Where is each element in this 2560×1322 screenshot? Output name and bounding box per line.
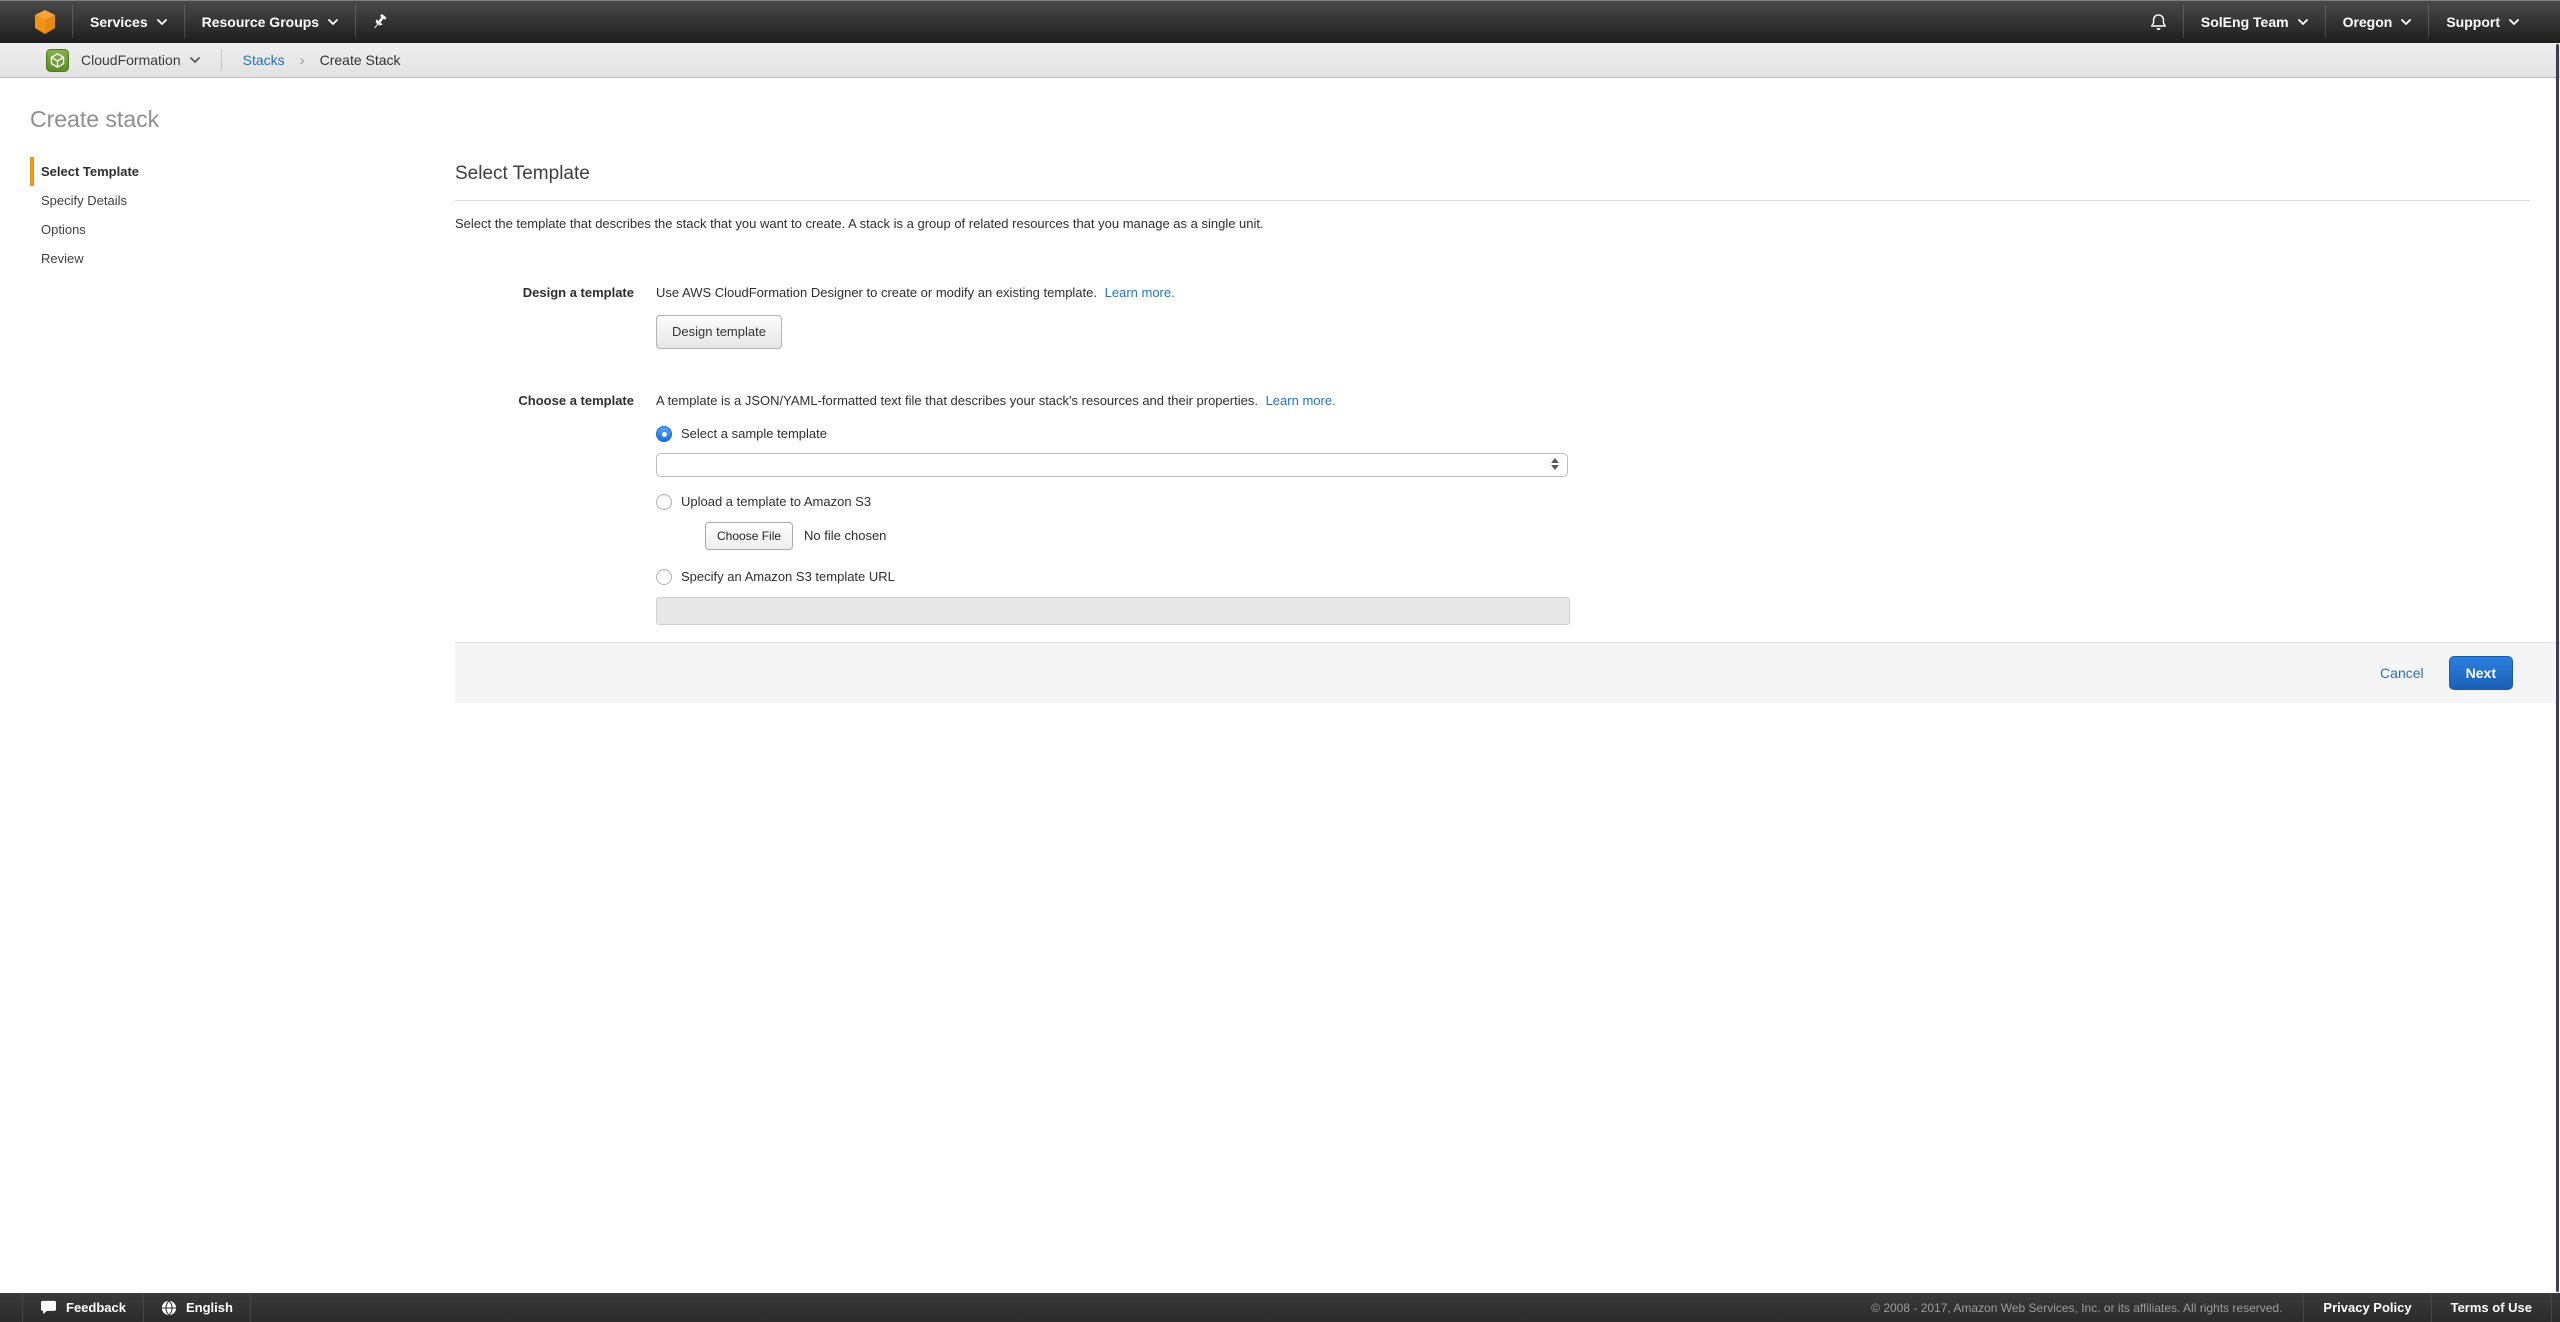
wizard-steps: Select Template Specify Details Options … [30,157,390,273]
option-upload-template: Upload a template to Amazon S3 [656,492,2530,512]
breadcrumb-service-menu[interactable]: CloudFormation [81,52,200,68]
section-heading: Select Template [455,163,2530,185]
footer-end-pad [2552,1293,2560,1322]
design-template-content: Use AWS CloudFormation Designer to creat… [656,283,2530,349]
breadcrumb-service-label: CloudFormation [81,52,181,68]
choose-template-row: Choose a template A template is a JSON/Y… [455,391,2530,625]
breadcrumb-current: Create Stack [320,52,401,68]
breadcrumb-divider [221,49,222,71]
globe-icon [161,1300,177,1316]
top-nav: Services Resource Groups [0,0,2560,43]
nav-services-label: Services [90,14,148,30]
s3-url-input[interactable] [656,597,1570,625]
design-template-label: Design a template [455,283,634,303]
design-learn-more-link[interactable]: Learn more. [1105,285,1175,300]
option-sample-template: Select a sample template [656,424,2530,444]
copyright-text: © 2008 - 2017, Amazon Web Services, Inc.… [1871,1293,2303,1322]
chevron-down-icon [2298,19,2308,25]
nav-account-label: SolEng Team [2201,14,2289,30]
page-title: Create stack [30,106,159,133]
chevron-down-icon [328,19,338,25]
top-nav-left: Services Resource Groups [0,0,404,43]
upload-template-radio-label[interactable]: Upload a template to Amazon S3 [681,492,871,512]
next-button[interactable]: Next [2449,656,2513,690]
chevron-down-icon [2509,19,2519,25]
choose-learn-more-link[interactable]: Learn more. [1266,393,1336,408]
page-footer: Feedback English © 2008 - 2017, Amazon W… [0,1293,2560,1322]
nav-support-menu[interactable]: Support [2429,0,2536,43]
pushpin-icon [371,12,389,32]
feedback-button[interactable]: Feedback [23,1293,143,1322]
aws-logo[interactable] [18,0,72,43]
nav-account-menu[interactable]: SolEng Team [2184,0,2325,43]
cloudformation-icon [46,49,69,72]
choose-template-content: A template is a JSON/YAML-formatted text… [656,391,2530,625]
choose-template-label: Choose a template [455,391,634,411]
bell-icon [2149,12,2168,32]
design-template-row: Design a template Use AWS CloudFormation… [455,283,2530,349]
footer-divider [250,1293,251,1322]
pin-shortcut-button[interactable] [356,0,404,43]
option-s3-url: Specify an Amazon S3 template URL [656,567,2530,587]
aws-cube-icon [33,9,57,35]
nav-services-menu[interactable]: Services [73,0,184,43]
file-chosen-status: No file chosen [804,526,886,546]
sample-template-select[interactable] [656,453,1568,477]
speech-bubble-icon [40,1300,57,1315]
nav-resource-groups-menu[interactable]: Resource Groups [185,0,355,43]
breadcrumb-stacks-link[interactable]: Stacks [243,52,285,68]
main-content: Select Template Select the template that… [455,163,2530,625]
language-button[interactable]: English [144,1293,250,1322]
top-nav-right: SolEng Team Oregon Support [2134,0,2560,43]
chevron-down-icon [2401,19,2411,25]
terms-of-use-link[interactable]: Terms of Use [2432,1293,2551,1322]
nav-support-label: Support [2446,14,2500,30]
vertical-scrollbar[interactable] [2556,44,2559,1292]
nav-region-menu[interactable]: Oregon [2326,0,2429,43]
design-template-button[interactable]: Design template [656,315,782,349]
step-specify-details[interactable]: Specify Details [30,186,390,215]
step-review[interactable]: Review [30,244,390,273]
sample-template-radio-label[interactable]: Select a sample template [681,424,827,444]
nav-region-label: Oregon [2343,14,2393,30]
section-intro: Select the template that describes the s… [455,214,2530,233]
notifications-button[interactable] [2134,0,2183,43]
sample-template-radio[interactable] [656,426,672,442]
s3-url-radio-label[interactable]: Specify an Amazon S3 template URL [681,567,895,587]
nav-resource-groups-label: Resource Groups [202,14,319,30]
feedback-label: Feedback [66,1300,126,1315]
upload-template-radio[interactable] [656,494,672,510]
cancel-button[interactable]: Cancel [2380,665,2424,681]
file-upload-row: Choose File No file chosen [705,522,2530,550]
step-options[interactable]: Options [30,215,390,244]
choose-template-text: A template is a JSON/YAML-formatted text… [656,393,1258,408]
choose-file-button[interactable]: Choose File [705,522,793,550]
s3-url-radio[interactable] [656,569,672,585]
privacy-policy-link[interactable]: Privacy Policy [2304,1293,2430,1322]
step-select-template[interactable]: Select Template [30,157,390,186]
footer-right: © 2008 - 2017, Amazon Web Services, Inc.… [1871,1293,2560,1322]
breadcrumb-separator: › [300,52,305,69]
language-label: English [186,1300,233,1315]
select-stepper-icon [1551,458,1559,470]
section-divider [455,200,2530,201]
chevron-down-icon [157,19,167,25]
breadcrumb: CloudFormation Stacks › Create Stack [0,43,2560,78]
footer-left: Feedback English [22,1293,251,1322]
wizard-action-bar: Cancel Next [455,642,2560,703]
chevron-down-icon [190,57,200,63]
design-template-text: Use AWS CloudFormation Designer to creat… [656,285,1097,300]
